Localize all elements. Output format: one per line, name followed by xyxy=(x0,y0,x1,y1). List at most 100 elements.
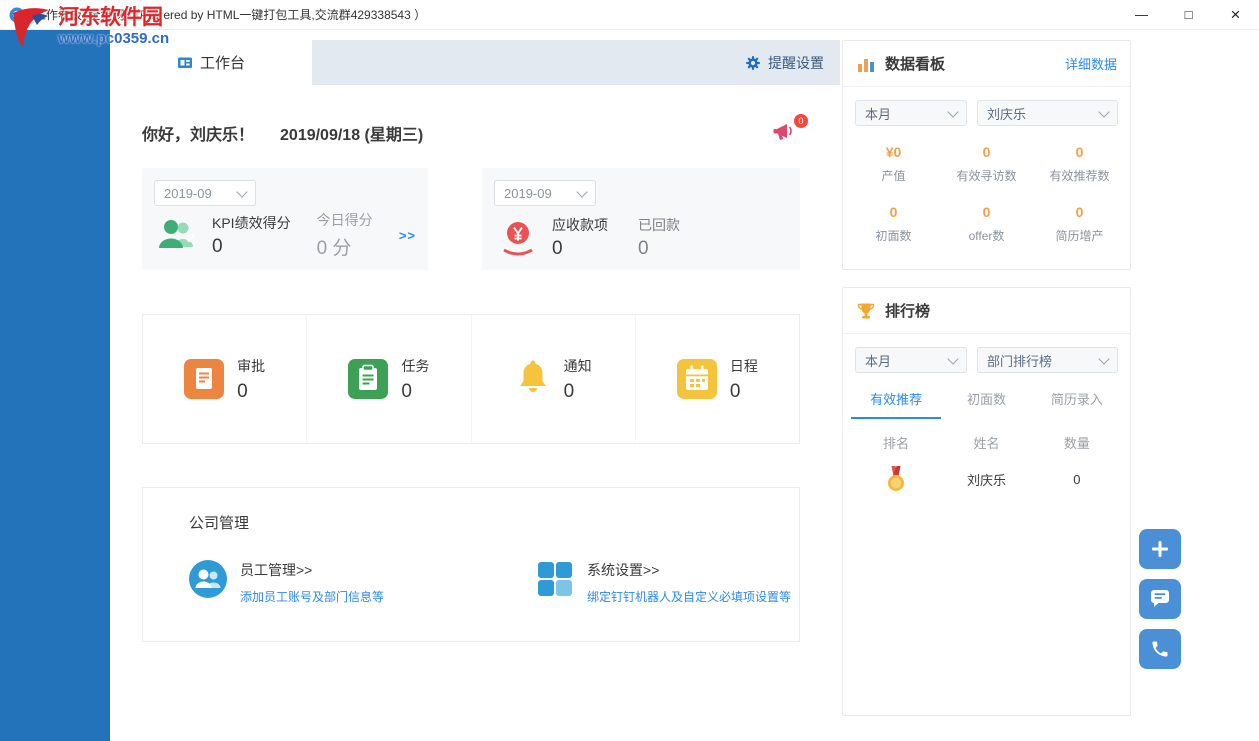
yen-coin-icon xyxy=(496,218,540,258)
ranking-tab-resume-entry[interactable]: 简历录入 xyxy=(1032,389,1122,419)
stat-label: 有效推荐数 xyxy=(1033,167,1126,184)
stat-value: 0 xyxy=(847,204,940,220)
company-items: 员工管理>> 添加员工账号及部门信息等 系统设置>> 绑定钉钉机器人及自定义必填… xyxy=(189,560,791,605)
quick-item-approval[interactable]: 审批 0 xyxy=(143,315,306,443)
ranking-month-value: 本月 xyxy=(865,351,891,370)
dashboard-stat: 0简历增产 xyxy=(1033,204,1126,244)
dashboard-stat: 0offer数 xyxy=(940,204,1033,244)
kpi-score-block: KPI绩效得分 0 xyxy=(212,213,291,258)
quick-item-task[interactable]: 任务 0 xyxy=(306,315,470,443)
close-button[interactable]: × xyxy=(1212,0,1259,29)
company-item-desc: 添加员工账号及部门信息等 xyxy=(240,588,384,605)
ranking-header: 排行榜 xyxy=(843,288,1130,334)
add-button[interactable] xyxy=(1139,529,1181,569)
returned-label: 已回款 xyxy=(638,215,680,235)
rank-name-cell: 刘庆乐 xyxy=(941,470,1031,489)
dashboard-title: 数据看板 xyxy=(885,53,945,74)
system-settings-link[interactable]: 系统设置>> 绑定钉钉机器人及自定义必填项设置等 xyxy=(536,560,791,605)
dashboard-stats-grid: ¥0产值 0有效寻访数 0有效推荐数 0初面数 0offer数 0简历增产 xyxy=(843,126,1130,244)
staff-people-icon xyxy=(189,560,227,598)
bar-chart-icon xyxy=(856,54,876,74)
receivable-label: 应收款项 xyxy=(552,215,608,235)
task-clipboard-icon xyxy=(348,359,388,399)
gold-medal-icon xyxy=(885,466,907,492)
quick-label: 任务 xyxy=(401,356,429,376)
receivable-month-select[interactable]: 2019-09 xyxy=(494,180,596,206)
company-title: 公司管理 xyxy=(189,512,249,533)
date-text: 2019/09/18 (星期三) xyxy=(280,121,423,145)
tab-workbench-label: 工作台 xyxy=(200,52,245,73)
tab-workbench[interactable]: 工作台 xyxy=(110,40,312,85)
stat-label: 产值 xyxy=(847,167,940,184)
quick-value: 0 xyxy=(730,381,758,403)
left-nav-sidebar xyxy=(0,30,110,741)
dashboard-header: 数据看板 详细数据 xyxy=(843,41,1130,87)
rank-count-cell: 0 xyxy=(1032,472,1122,487)
staff-management-link[interactable]: 员工管理>> 添加员工账号及部门信息等 xyxy=(189,560,384,605)
notification-button[interactable]: 0 xyxy=(772,120,800,146)
maximize-button[interactable]: □ xyxy=(1165,0,1212,29)
stat-label: 初面数 xyxy=(847,227,940,244)
dashboard-filters: 本月 刘庆乐 xyxy=(843,87,1130,126)
company-management-box: 公司管理 员工管理>> 添加员工账号及部门信息等 系统设置>> 绑定钉钉机器人及… xyxy=(142,487,800,642)
ranking-scope-select[interactable]: 部门排行榜 xyxy=(977,347,1118,373)
data-dashboard-card: 数据看板 详细数据 本月 刘庆乐 ¥0产值 0有效寻访数 0有效推荐数 0初面数… xyxy=(842,40,1131,270)
ranking-tab-first-interview[interactable]: 初面数 xyxy=(941,389,1031,419)
quick-stats-box: 审批 0 任务 0 通知 0 日程 0 xyxy=(142,314,800,444)
ranking-title: 排行榜 xyxy=(885,300,930,321)
app-logo-icon xyxy=(9,7,25,23)
dashboard-person-select[interactable]: 刘庆乐 xyxy=(977,100,1118,126)
chevron-down-icon xyxy=(1098,353,1109,364)
kpi-more-link[interactable]: >> xyxy=(399,228,416,243)
approval-doc-icon xyxy=(184,359,224,399)
reminder-settings-button[interactable]: 提醒设置 xyxy=(745,53,824,73)
greeting-text: 你好，刘庆乐！ xyxy=(142,121,254,145)
company-item-title: 员工管理>> xyxy=(240,560,384,580)
ranking-card: 排行榜 本月 部门排行榜 有效推荐 初面数 简历录入 排名 姓名 数量 xyxy=(842,287,1131,716)
bell-icon xyxy=(515,359,551,399)
minimize-button[interactable]: — xyxy=(1118,0,1165,29)
ranking-tabs: 有效推荐 初面数 简历录入 xyxy=(843,389,1130,419)
rank-medal-cell xyxy=(851,466,941,492)
table-row: 刘庆乐 0 xyxy=(843,452,1130,492)
titlebar: 工作看板_全猎网 （Powered by HTML一键打包工具,交流群42933… xyxy=(0,0,1259,30)
greeting-row: 你好，刘庆乐！ 2019/09/18 (星期三) 0 xyxy=(142,116,800,150)
kpi-score-card: 2019-09 KPI绩效得分 0 今日得分 0 分 >> xyxy=(142,168,428,270)
dashboard-month-select[interactable]: 本月 xyxy=(855,100,967,126)
kpi-row: KPI绩效得分 0 今日得分 0 分 >> xyxy=(156,210,416,260)
receivable-value: 0 xyxy=(552,238,608,260)
column-rank: 排名 xyxy=(851,433,941,452)
tab-strip: 提醒设置 xyxy=(312,40,840,85)
stat-value: 0 xyxy=(1033,204,1126,220)
kpi-people-icon xyxy=(156,215,200,255)
company-item-title: 系统设置>> xyxy=(587,560,791,580)
quick-item-schedule[interactable]: 日程 0 xyxy=(635,315,799,443)
dashboard-stat: 0 初面数 xyxy=(847,204,940,244)
stat-value: ¥0 xyxy=(847,144,940,160)
column-count: 数量 xyxy=(1032,433,1122,452)
receivable-month-value: 2019-09 xyxy=(504,186,552,201)
dashboard-stat: 0有效推荐数 xyxy=(1033,144,1126,184)
quick-label: 审批 xyxy=(237,356,265,376)
ranking-scope-value: 部门排行榜 xyxy=(987,351,1052,370)
chevron-down-icon xyxy=(947,353,958,364)
receivable-card: 2019-09 应收款项 0 已回款 0 xyxy=(482,168,800,270)
chevron-down-icon xyxy=(236,186,247,197)
stat-value: 0 xyxy=(940,144,1033,160)
call-button[interactable] xyxy=(1139,629,1181,669)
kpi-month-select[interactable]: 2019-09 xyxy=(154,180,256,206)
ranking-table-header: 排名 姓名 数量 xyxy=(843,419,1130,452)
phone-icon xyxy=(1150,639,1170,659)
dashboard-stat: 0有效寻访数 xyxy=(940,144,1033,184)
ranking-tab-referral[interactable]: 有效推荐 xyxy=(851,389,941,419)
floating-buttons xyxy=(1139,529,1181,669)
tab-bar: 工作台 提醒设置 xyxy=(110,40,840,85)
quick-item-notice[interactable]: 通知 0 xyxy=(471,315,635,443)
ranking-month-select[interactable]: 本月 xyxy=(855,347,967,373)
message-button[interactable] xyxy=(1139,579,1181,619)
window-controls: — □ × xyxy=(1118,0,1259,29)
workbench-icon xyxy=(177,55,193,71)
detail-data-link[interactable]: 详细数据 xyxy=(1065,54,1117,73)
ranking-filters: 本月 部门排行榜 xyxy=(843,334,1130,373)
quick-value: 0 xyxy=(237,381,265,403)
